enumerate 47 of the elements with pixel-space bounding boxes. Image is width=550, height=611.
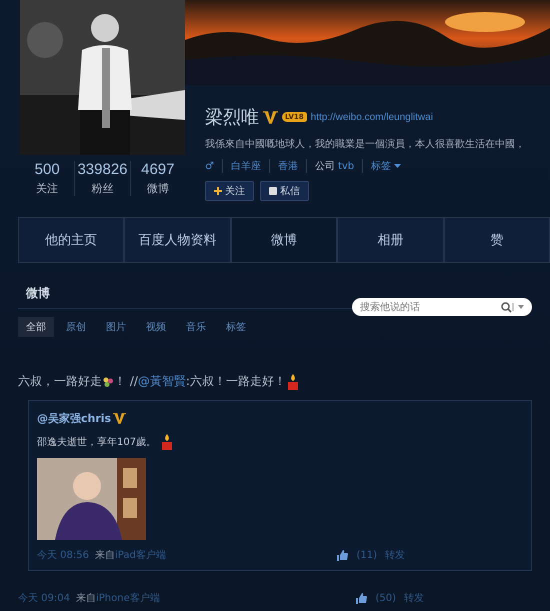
profile-tab[interactable]: 他的主页 <box>18 217 124 262</box>
caret-icon[interactable] <box>512 303 526 311</box>
filter-tab[interactable]: 图片 <box>98 317 134 337</box>
profile-tab[interactable]: 赞 <box>444 217 550 262</box>
stat-count[interactable]: 500 <box>34 161 60 178</box>
company-text: 公司 tvb <box>306 159 362 173</box>
thumbs-up-icon <box>337 550 348 560</box>
author-link[interactable]: @吴家强chris <box>37 411 112 426</box>
tags-dropdown[interactable]: 标签 <box>362 159 410 173</box>
gender-icon: ♂ <box>205 160 222 172</box>
source-label: 来自 iPhone客户端 <box>76 592 160 605</box>
plus-icon <box>214 187 222 195</box>
post-text: 六叔，一路好走 <box>18 373 102 390</box>
profile-tab[interactable]: 相册 <box>337 217 444 262</box>
filter-tab[interactable]: 标签 <box>218 317 254 337</box>
candle-icon <box>160 434 174 450</box>
filter-tab[interactable]: 原创 <box>58 317 94 337</box>
filter-tab[interactable]: 全部 <box>18 317 54 337</box>
stat-label: 关注 <box>36 181 58 196</box>
flower-icon <box>102 376 114 388</box>
filter-tab[interactable]: 音乐 <box>178 317 214 337</box>
caret-icon <box>394 164 402 168</box>
post-text: :六叔！一路走好！ <box>186 373 286 390</box>
search-input[interactable]: 搜索他说的话 <box>358 300 501 314</box>
filter-tab[interactable]: 视频 <box>138 317 174 337</box>
mention-link[interactable]: @黃智賢 <box>138 373 186 390</box>
profile-tab[interactable]: 百度人物资料 <box>124 217 231 262</box>
stat-count[interactable]: 339826 <box>77 161 128 178</box>
stat-label: 粉丝 <box>91 181 114 196</box>
quote-text: 邵逸夫逝世，享年107歲。 <box>37 436 156 449</box>
stat-label: 微博 <box>146 181 169 196</box>
stat-count[interactable]: 4697 <box>141 161 174 178</box>
search-icon[interactable] <box>501 302 512 312</box>
thumbs-up-icon <box>356 592 368 604</box>
message-button[interactable]: 私信 <box>260 181 309 201</box>
profile-detail-link[interactable]: 白羊座 <box>222 159 269 173</box>
source-label: 来自 iPad客户端 <box>95 548 166 562</box>
search-field[interactable]: 搜索他说的话 <box>352 298 532 316</box>
profile-tab[interactable]: 微博 <box>230 217 338 262</box>
follow-button[interactable]: 关注 <box>205 181 254 201</box>
post-text: ！ // <box>114 373 138 390</box>
user-name: 梁烈唯 <box>205 106 259 129</box>
section-title: 微博 <box>26 285 50 302</box>
profile-link[interactable]: http://weibo.com/leunglitwai <box>310 112 433 122</box>
profile-detail-link[interactable]: 香港 <box>268 159 306 173</box>
candle-icon <box>286 374 300 390</box>
bio-text: 我係來自中國嘅地球人，我的職業是一個演員，本人很喜歡生活在中國， <box>205 138 526 151</box>
